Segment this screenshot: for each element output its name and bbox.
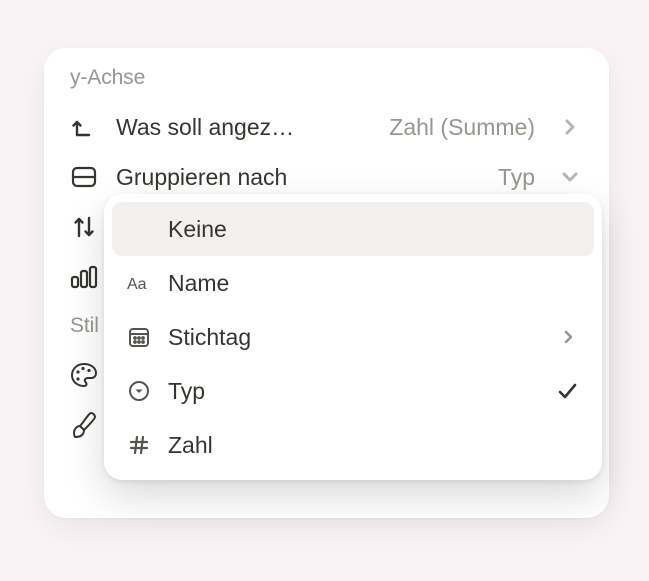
- row-value: Typ: [498, 164, 535, 191]
- chevron-down-icon: [559, 166, 581, 188]
- dropdown-item-label: Name: [168, 270, 229, 297]
- row-label: Gruppieren nach: [116, 164, 287, 191]
- chevron-right-icon: [559, 116, 581, 138]
- bar-chart-icon: [70, 263, 98, 291]
- brush-icon: [70, 411, 98, 439]
- dropdown-item-none[interactable]: Keine: [112, 202, 594, 256]
- dropdown-item-type[interactable]: Typ: [112, 364, 594, 418]
- dropdown-item-label: Zahl: [168, 432, 213, 459]
- select-icon: [126, 378, 152, 404]
- hash-icon: [126, 432, 152, 458]
- group-by-dropdown: Keine Aa Name Stichtag: [104, 194, 602, 480]
- palette-icon: [70, 361, 98, 389]
- row-label: Was soll angez…: [116, 114, 294, 141]
- dropdown-item-name[interactable]: Aa Name: [112, 256, 594, 310]
- section-header-yaxis: y-Achse: [52, 66, 601, 102]
- row-what-to-show[interactable]: Was soll angez… Zahl (Summe): [52, 102, 601, 152]
- check-icon: [554, 378, 580, 404]
- split-rows-icon: [70, 163, 98, 191]
- empty-icon: [126, 216, 152, 242]
- dropdown-item-label: Typ: [168, 378, 205, 405]
- dropdown-item-label: Stichtag: [168, 324, 251, 351]
- row-value: Zahl (Summe): [389, 114, 535, 141]
- arrow-up-left-icon: [70, 113, 98, 141]
- dropdown-item-number[interactable]: Zahl: [112, 418, 594, 472]
- dropdown-item-label: Keine: [168, 216, 227, 243]
- calendar-icon: [126, 324, 152, 350]
- chevron-right-icon: [558, 326, 580, 348]
- text-icon: Aa: [126, 270, 152, 296]
- dropdown-item-date[interactable]: Stichtag: [112, 310, 594, 364]
- sort-icon: [70, 213, 98, 241]
- svg-text:Aa: Aa: [127, 276, 147, 293]
